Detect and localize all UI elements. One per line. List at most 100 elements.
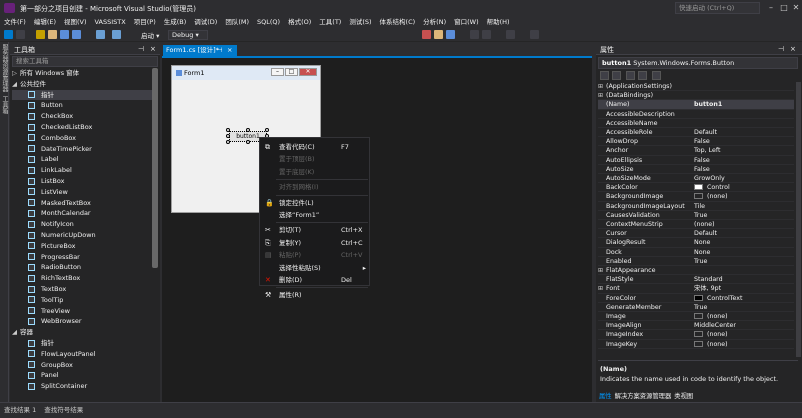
toolbox-category[interactable]: ▷ 所有 Windows 窗体 (12, 68, 152, 79)
property-value[interactable]: False (694, 137, 710, 146)
expand-icon[interactable]: ⊞ (598, 91, 603, 100)
side-tab[interactable]: 服务器资源管理器 (0, 42, 9, 94)
property-row[interactable]: AccessibleDescription (598, 110, 794, 119)
menu-item[interactable]: SQL(Q) (253, 16, 284, 28)
property-value[interactable]: Default (694, 229, 717, 238)
property-value[interactable]: ControlText (694, 294, 743, 303)
menu-item[interactable]: 格式(O) (284, 16, 315, 28)
toolbox-item[interactable]: LinkLabel (12, 165, 152, 176)
menu-item[interactable]: 体系结构(C) (376, 16, 420, 28)
property-value[interactable]: (none) (694, 192, 728, 201)
toolbox-item[interactable]: MonthCalendar (12, 208, 152, 219)
property-row[interactable]: CausesValidation True (598, 211, 794, 220)
events-icon[interactable] (638, 71, 647, 80)
property-row[interactable]: ⊞ Font 宋体, 9pt (598, 284, 794, 294)
property-row[interactable]: ⊞ (DataBindings) (598, 91, 794, 101)
toolbox-item[interactable]: ListView (12, 187, 152, 198)
menu-item[interactable]: 分析(N) (419, 16, 450, 28)
resize-handle[interactable] (226, 134, 230, 138)
context-menu-item[interactable]: ⎘ 复制(Y) Ctrl+C (261, 237, 370, 249)
property-row[interactable]: ImageKey (none) (598, 340, 794, 349)
minimize-icon[interactable]: – (764, 2, 778, 14)
property-pages-icon[interactable] (652, 71, 661, 80)
context-menu-item[interactable]: ⚒ 属性(R) (261, 289, 370, 301)
context-menu-item[interactable]: ✕ 删除(D) Del (261, 274, 370, 286)
menu-item[interactable]: 生成(B) (160, 16, 191, 28)
property-row[interactable]: ImageIndex (none) (598, 330, 794, 340)
new-project-icon[interactable] (36, 30, 45, 39)
save-all-icon[interactable] (72, 30, 81, 39)
properties-pin-icon[interactable]: ⊣ (778, 45, 784, 53)
properties-tab[interactable]: 类视图 (674, 393, 693, 400)
context-menu-item[interactable]: ✂ 剪切(T) Ctrl+X (261, 224, 370, 236)
toolbox-item[interactable]: ProgressBar (12, 252, 152, 263)
properties-close-icon[interactable]: × (790, 45, 796, 53)
property-row[interactable]: ForeColor ControlText (598, 294, 794, 303)
toolbox-item[interactable]: TreeView (12, 306, 152, 317)
resize-handle[interactable] (226, 140, 230, 144)
resize-handle[interactable] (226, 128, 230, 132)
size-icon[interactable] (506, 30, 515, 39)
property-row[interactable]: GenerateMember True (598, 303, 794, 312)
property-value[interactable]: None (694, 248, 710, 257)
property-row[interactable]: AllowDrop False (598, 137, 794, 147)
side-tab[interactable]: 工具箱 (0, 94, 9, 116)
property-row[interactable]: ⊞ FlatAppearance (598, 266, 794, 276)
property-grid-scrollbar[interactable] (796, 82, 801, 357)
menu-item[interactable]: 项目(P) (130, 16, 160, 28)
toolbox-item[interactable]: TextBox (12, 284, 152, 295)
menu-item[interactable]: 测试(S) (345, 16, 375, 28)
expand-icon[interactable]: ⊞ (598, 82, 603, 91)
toolbox-item[interactable]: NotifyIcon (12, 219, 152, 230)
property-value[interactable]: Top, Left (694, 146, 720, 155)
menu-item[interactable]: VASSISTX (91, 16, 130, 28)
menu-item[interactable]: 调试(D) (190, 16, 221, 28)
layout-icon[interactable] (470, 30, 479, 39)
toolbox-item[interactable]: WebBrowser (12, 316, 152, 327)
properties-tab[interactable]: 属性 (599, 393, 612, 400)
menu-item[interactable]: 窗口(W) (450, 16, 483, 28)
property-value[interactable]: (none) (694, 340, 728, 349)
toolbox-item[interactable]: MaskedTextBox (12, 198, 152, 209)
bottom-tab[interactable]: 查找结果 1 (0, 403, 40, 417)
property-value[interactable]: 宋体, 9pt (694, 284, 721, 293)
property-row[interactable]: DialogResult None (598, 238, 794, 248)
property-row[interactable]: Anchor Top, Left (598, 146, 794, 156)
expanded-arrow-icon[interactable]: ◢ (12, 79, 20, 90)
property-row[interactable]: Enabled True (598, 257, 794, 266)
property-value[interactable]: True (694, 211, 707, 220)
property-value[interactable]: (none) (694, 312, 728, 321)
properties-tab[interactable]: 解决方案资源管理器 (615, 393, 672, 400)
toolbox-search-input[interactable]: 搜索工具箱 (12, 56, 158, 67)
property-value[interactable]: False (694, 156, 710, 165)
toolbox-item[interactable]: Button (12, 100, 152, 111)
quick-launch-input[interactable]: 快速启动 (Ctrl+Q) (675, 2, 760, 14)
navigate-back-icon[interactable] (4, 30, 13, 39)
context-menu-item[interactable]: 🔒 锁定控件(L) (261, 197, 370, 209)
debug-icon[interactable] (422, 30, 431, 39)
property-row[interactable]: (Name) button1 (598, 100, 794, 110)
property-value[interactable]: MiddleCenter (694, 321, 736, 330)
context-menu-item[interactable]: 选择性粘贴(S) ▸ (261, 262, 370, 274)
toolbox-item[interactable]: ToolTip (12, 295, 152, 306)
toolbox-item[interactable]: SplitContainer (12, 381, 152, 392)
toolbox-item[interactable]: CheckBox (12, 111, 152, 122)
spacing-icon[interactable] (482, 30, 491, 39)
property-row[interactable]: BackgroundImage (none) (598, 192, 794, 202)
property-row[interactable]: ImageAlign MiddleCenter (598, 321, 794, 331)
expanded-arrow-icon[interactable]: ◢ (12, 327, 20, 338)
tab-form1-design[interactable]: Form1.cs [设计]* ⊣ × (163, 45, 237, 56)
toolbox-item[interactable]: CheckedListBox (12, 122, 152, 133)
toolbox-item[interactable]: RadioButton (12, 262, 152, 273)
toolbox-item[interactable]: NumericUpDown (12, 230, 152, 241)
toolbox-item[interactable]: Panel (12, 370, 152, 381)
property-row[interactable]: Image (none) (598, 312, 794, 322)
toolbox-item[interactable]: 指针 (12, 338, 152, 349)
resize-handle[interactable] (265, 128, 269, 132)
context-menu-item[interactable]: ⧉ 查看代码(C) F7 (261, 141, 370, 153)
toolbox-scrollbar[interactable] (152, 68, 158, 268)
resize-handle[interactable] (246, 128, 250, 132)
menu-item[interactable]: 帮助(H) (483, 16, 514, 28)
toolbox-item[interactable]: GroupBox (12, 360, 152, 371)
categorized-icon[interactable] (600, 71, 609, 80)
